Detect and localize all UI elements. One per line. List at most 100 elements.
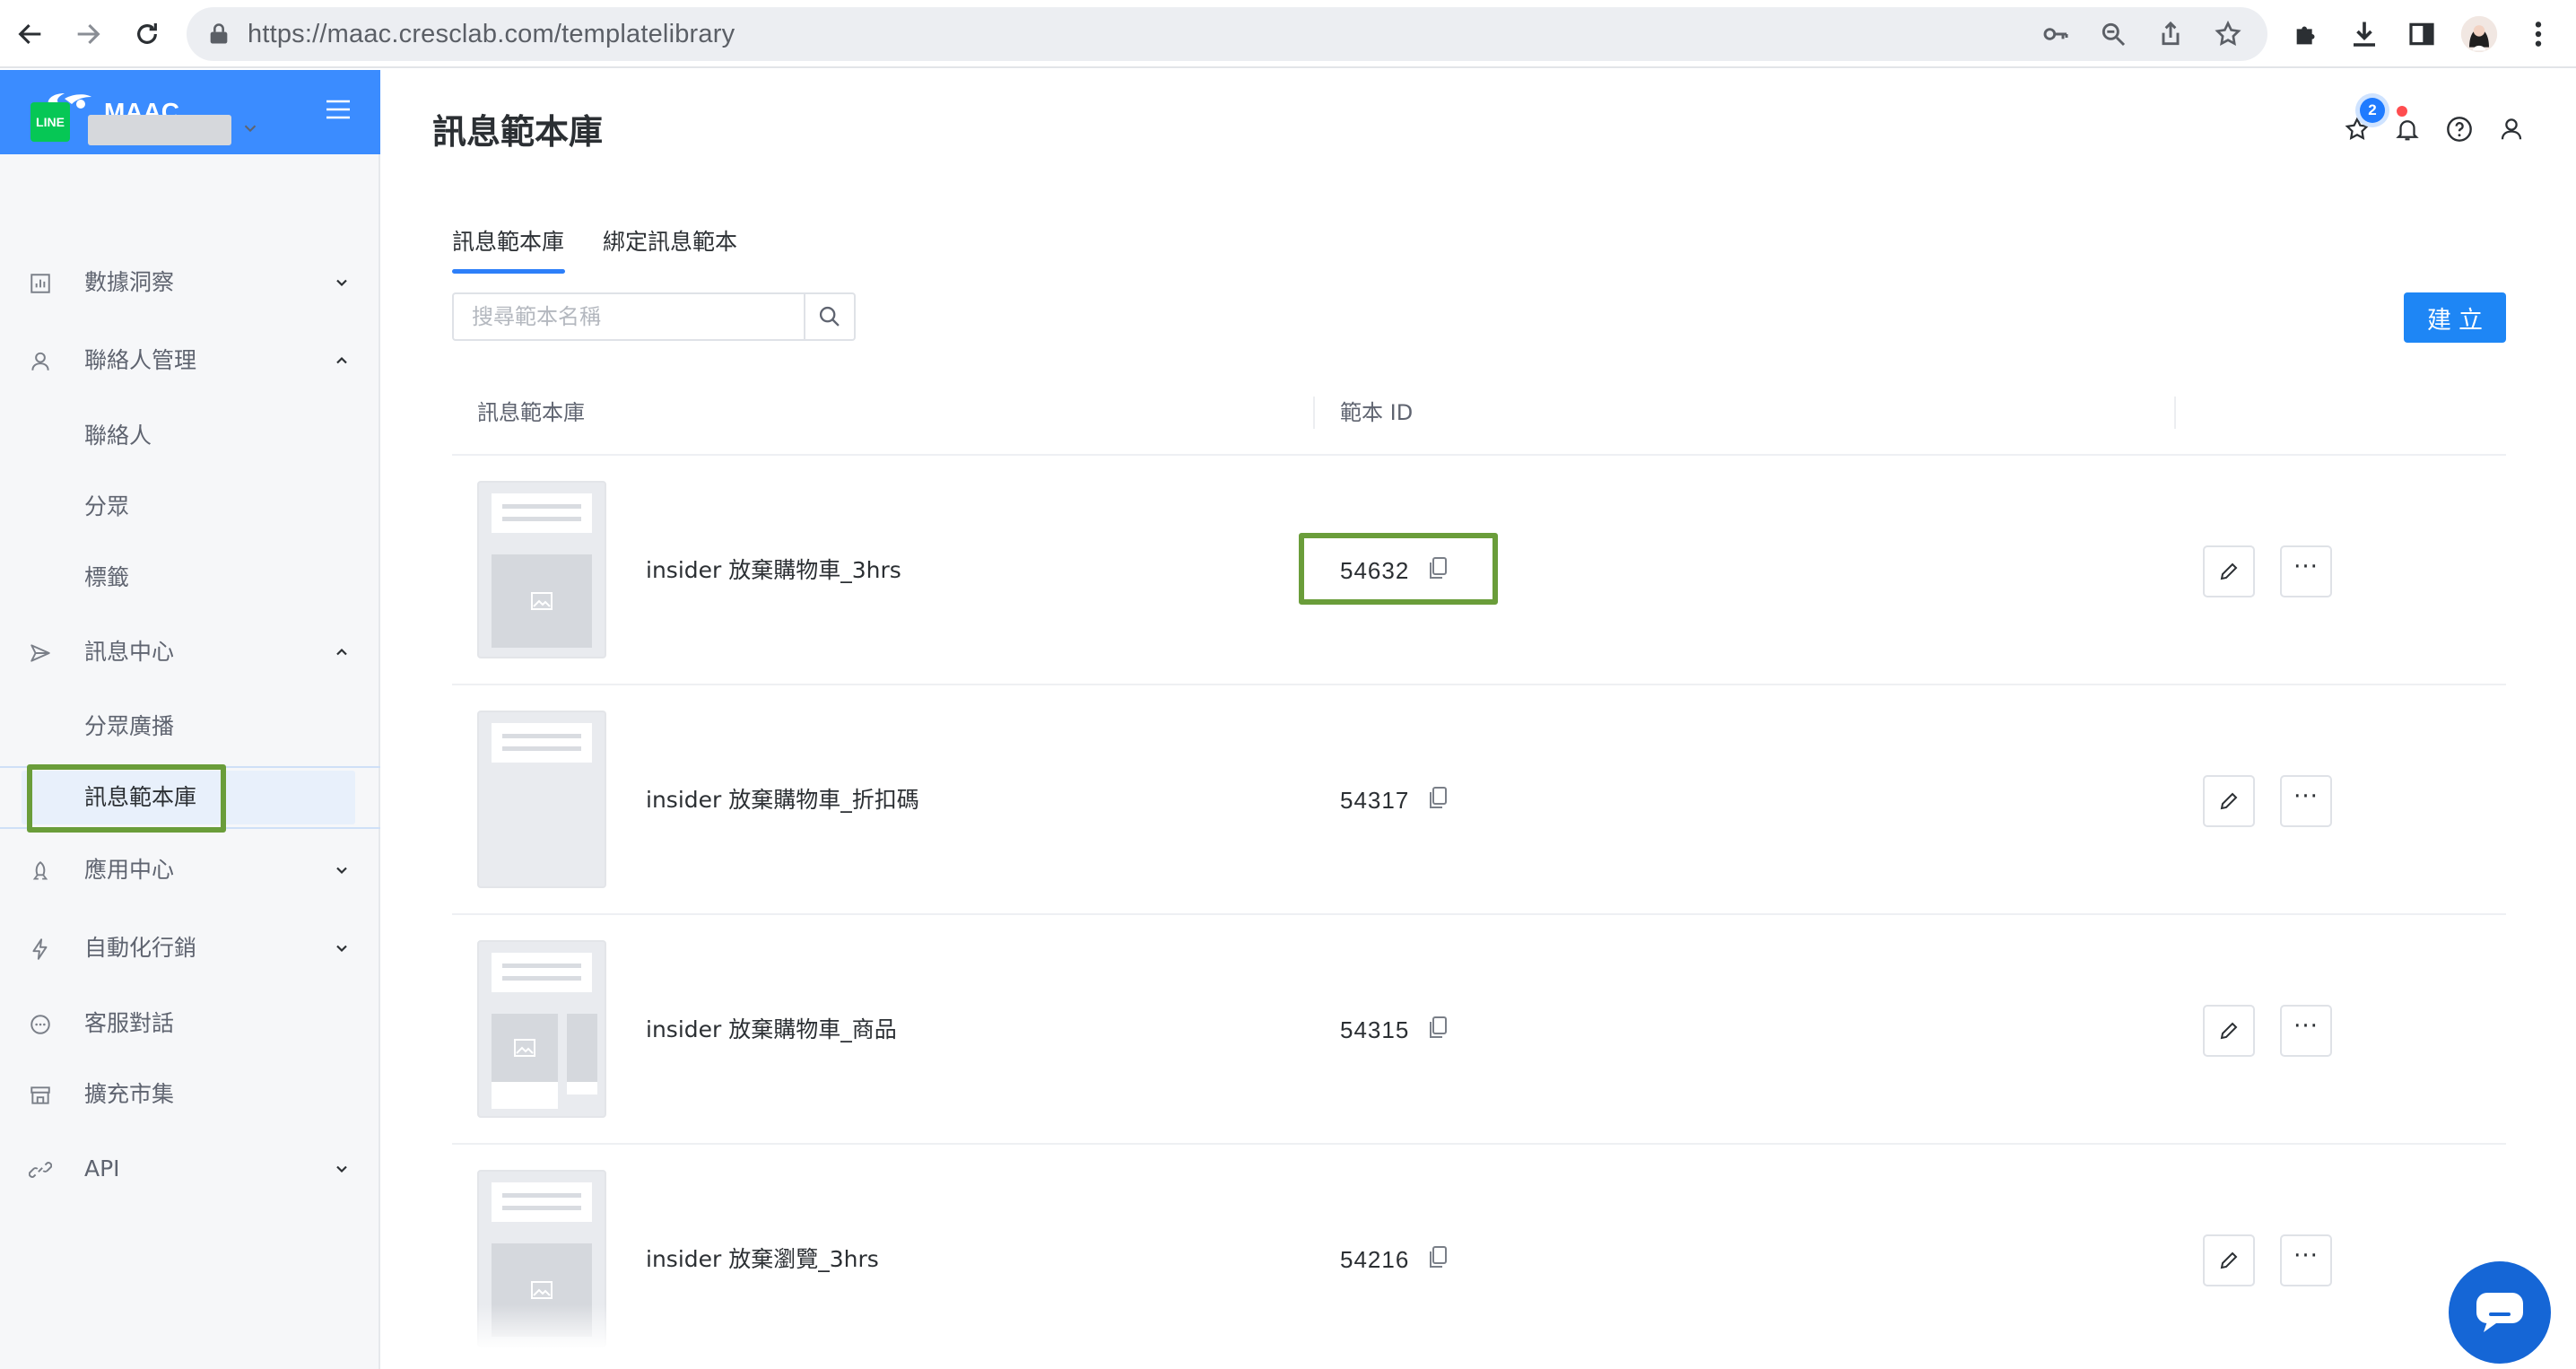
chevron-up-icon[interactable]	[332, 643, 353, 661]
bar-chart-icon	[29, 272, 52, 295]
browser-toolbar: https://maac.cresclab.com/templatelibrar…	[0, 0, 2576, 68]
sidebar-subitem-segments[interactable]: 分眾	[0, 480, 380, 534]
zoom-icon[interactable]	[2099, 20, 2128, 48]
lightning-icon	[29, 937, 52, 961]
sidebar-subitem-tags[interactable]: 標籤	[0, 551, 380, 605]
notification-count: 2	[2360, 98, 2385, 123]
sidebar-item-label: 訊息中心	[84, 639, 175, 665]
sidebar-item-marketing-automation[interactable]: 自動化行銷	[0, 921, 380, 975]
active-tab-indicator	[452, 269, 565, 274]
sidebar-item-label: 數據洞察	[84, 269, 175, 295]
edit-button[interactable]	[2203, 1005, 2255, 1057]
user-account-icon[interactable]	[2493, 111, 2529, 147]
pencil-icon	[2220, 562, 2238, 580]
sidebar-item-app-center[interactable]: 應用中心	[0, 843, 380, 897]
sidebar-subitem-contacts[interactable]: 聯絡人	[0, 409, 380, 463]
sidebar-item-contacts-management[interactable]: 聯絡人管理	[0, 334, 380, 388]
help-icon[interactable]	[2441, 111, 2477, 147]
edit-button[interactable]	[2203, 1234, 2255, 1286]
sidepanel-icon[interactable]	[2400, 13, 2443, 56]
back-arrow-icon[interactable]	[5, 9, 56, 59]
more-options-button[interactable]: ···	[2280, 1005, 2332, 1057]
table-row[interactable]: insider 放棄購物車_商品 54315 ···	[452, 915, 2506, 1145]
copy-icon[interactable]	[1428, 1245, 1451, 1272]
download-icon[interactable]	[2343, 13, 2386, 56]
chevron-down-icon[interactable]	[332, 939, 353, 957]
column-divider	[2174, 397, 2176, 429]
chevron-down-icon[interactable]	[332, 1160, 353, 1178]
share-icon[interactable]	[2156, 20, 2185, 48]
chevron-down-icon[interactable]	[332, 861, 353, 879]
sidebar-item-marketplace[interactable]: 擴充市集	[0, 1068, 380, 1121]
copy-icon[interactable]	[1428, 786, 1451, 813]
chevron-down-icon[interactable]	[240, 118, 260, 142]
highlight-frame-sidebar	[27, 764, 226, 833]
tab-template-library[interactable]: 訊息範本庫	[452, 224, 564, 271]
puzzle-icon[interactable]	[2285, 13, 2328, 56]
chat-bubble-icon	[29, 1013, 52, 1036]
template-id: 54315	[1340, 1016, 1410, 1043]
send-icon	[29, 641, 52, 665]
template-thumbnail	[477, 940, 606, 1118]
more-options-button[interactable]: ···	[2280, 1234, 2332, 1286]
kebab-menu-icon[interactable]	[2517, 13, 2560, 56]
more-options-button[interactable]: ···	[2280, 775, 2332, 827]
column-header-template-library: 訊息範本庫	[477, 400, 585, 425]
sidebar-item-message-center[interactable]: 訊息中心	[0, 625, 380, 679]
template-name: insider 放棄購物車_商品	[646, 1016, 897, 1042]
person-icon	[29, 350, 52, 373]
chat-widget-button[interactable]	[2449, 1261, 2551, 1364]
reload-icon[interactable]	[122, 9, 172, 59]
chat-bubble-icon	[2476, 1293, 2523, 1332]
search-input[interactable]	[452, 292, 805, 341]
create-button[interactable]: 建立	[2404, 292, 2506, 343]
key-icon[interactable]	[2041, 20, 2070, 48]
store-icon	[29, 1084, 52, 1107]
card-caption-block	[567, 1082, 597, 1094]
more-options-button[interactable]: ···	[2280, 545, 2332, 597]
channel-name-redacted[interactable]	[88, 115, 231, 145]
scroll-fade	[382, 1304, 2576, 1369]
address-bar[interactable]: https://maac.cresclab.com/templatelibrar…	[187, 7, 2267, 61]
forward-arrow-icon[interactable]	[63, 9, 113, 59]
sidebar-subitem-label: 聯絡人	[84, 423, 152, 449]
sidebar-subitem-label: 分眾廣播	[84, 713, 175, 739]
link-icon	[28, 1158, 53, 1182]
sidebar-item-label: 自動化行銷	[84, 935, 197, 961]
sidebar-item-label: API	[84, 1155, 120, 1182]
pencil-icon	[2220, 792, 2238, 810]
tab-bound-templates[interactable]: 綁定訊息範本	[603, 224, 737, 271]
star-icon[interactable]	[2214, 20, 2242, 48]
column-header-template-id: 範本 ID	[1340, 400, 1414, 425]
sidebar-subitem-label: 分眾	[84, 493, 130, 519]
hamburger-menu-icon[interactable]	[325, 97, 361, 127]
url-text[interactable]: https://maac.cresclab.com/templatelibrar…	[248, 7, 735, 61]
sidebar-item-api[interactable]: API	[0, 1142, 380, 1196]
sidebar-item-label: 擴充市集	[84, 1081, 175, 1107]
pencil-icon	[2220, 1022, 2238, 1040]
search-icon	[819, 306, 840, 327]
chevron-up-icon[interactable]	[332, 352, 353, 370]
bell-icon[interactable]	[2389, 111, 2425, 147]
table-row[interactable]: insider 放棄購物車_折扣碼 54317 ···	[452, 685, 2506, 915]
sidebar-subitem-label: 標籤	[84, 564, 130, 590]
unread-dot	[2397, 106, 2407, 117]
sidebar-item-customer-chat[interactable]: 客服對話	[0, 997, 380, 1051]
copy-icon[interactable]	[1428, 1016, 1451, 1042]
search-button[interactable]	[804, 292, 856, 341]
column-divider	[1313, 397, 1315, 429]
template-thumbnail	[477, 481, 606, 658]
chevron-down-icon[interactable]	[332, 274, 353, 292]
card-caption-block	[492, 1082, 558, 1109]
sidebar-item-label: 應用中心	[84, 857, 175, 883]
profile-avatar[interactable]	[2458, 13, 2501, 56]
sidebar-item-label: 聯絡人管理	[84, 347, 197, 373]
sidebar-item-insights[interactable]: 數據洞察	[0, 256, 380, 310]
template-name: insider 放棄購物車_折扣碼	[646, 787, 919, 813]
edit-button[interactable]	[2203, 775, 2255, 827]
sidebar-subitem-broadcast[interactable]: 分眾廣播	[0, 700, 380, 754]
template-name: insider 放棄購物車_3hrs	[646, 557, 901, 583]
edit-button[interactable]	[2203, 545, 2255, 597]
lock-icon[interactable]	[206, 20, 231, 52]
sidebar-item-label: 客服對話	[84, 1010, 175, 1036]
